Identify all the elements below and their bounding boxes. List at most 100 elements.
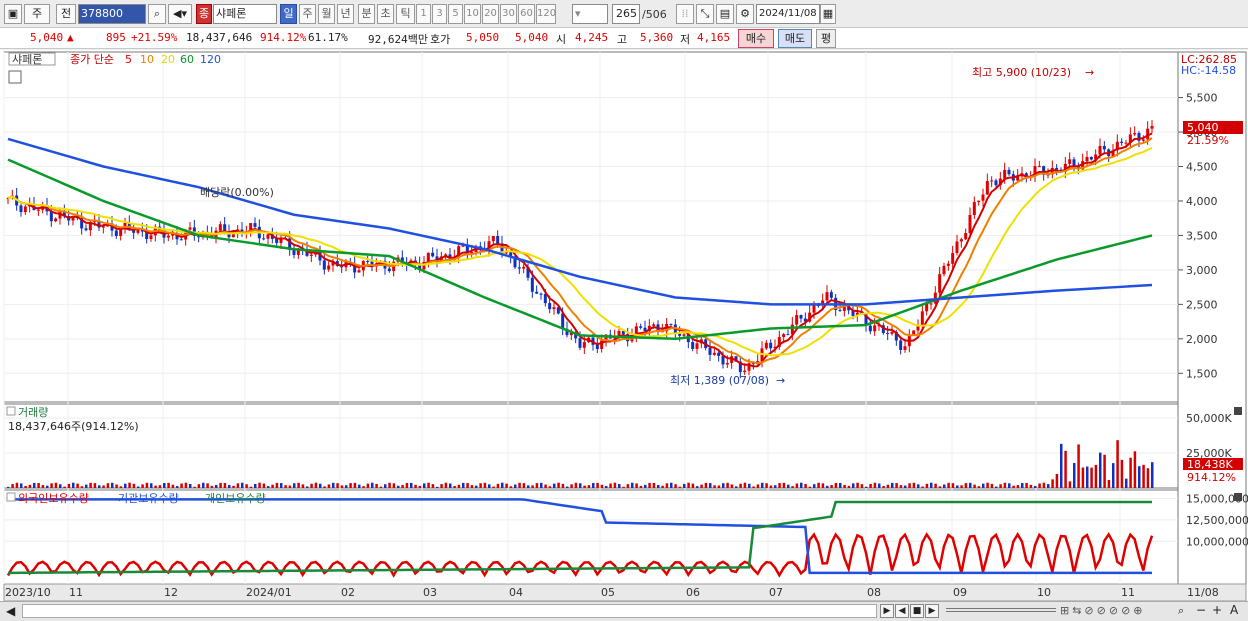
- volume-bar: [102, 485, 105, 488]
- trade-amount: 92,624백만: [368, 33, 428, 46]
- speaker-icon[interactable]: ◀▾: [168, 4, 192, 24]
- candle-body: [387, 268, 391, 272]
- stock-name-input[interactable]: 샤페론: [213, 4, 277, 24]
- volume-bar: [67, 483, 71, 488]
- interval-button-20[interactable]: 20: [482, 4, 499, 24]
- tab-period-second[interactable]: 초: [377, 4, 394, 24]
- count-input[interactable]: 265: [612, 4, 640, 24]
- volume-bar: [158, 485, 162, 488]
- up-arrow-icon: ▲: [67, 31, 74, 44]
- x-tick-label: 10: [1037, 586, 1051, 599]
- volume-bar: [895, 483, 898, 488]
- volume-bar: [683, 483, 686, 488]
- x-tick-label: 2024/01: [246, 586, 292, 599]
- volume-bar: [527, 485, 530, 488]
- tab-period-month[interactable]: 월: [318, 4, 335, 24]
- tab-period-week[interactable]: 주: [299, 4, 316, 24]
- volume-bar: [1042, 482, 1046, 488]
- chart-area[interactable]: 5,5005,0004,5004,0003,5003,0002,5002,000…: [0, 50, 1248, 603]
- interval-button-1[interactable]: 1: [416, 4, 431, 24]
- candle-body: [712, 352, 716, 355]
- volume-value: 18,437,646주(914.12%): [8, 420, 139, 433]
- volume-bar: [1086, 466, 1089, 488]
- buy-button[interactable]: 매수: [738, 29, 774, 48]
- volume-bar: [85, 484, 88, 488]
- volume-bar: [72, 482, 75, 488]
- volume-close-icon[interactable]: [1234, 407, 1242, 415]
- code-input[interactable]: 378800: [78, 4, 146, 24]
- next-icon[interactable]: ▶: [925, 604, 939, 618]
- table-icon[interactable]: [8, 70, 22, 84]
- zoom-out-button[interactable]: −: [1196, 603, 1206, 617]
- tab-period-year[interactable]: 년: [337, 4, 354, 24]
- interval-button-10[interactable]: 10: [464, 4, 481, 24]
- stock-legend[interactable]: 샤페론: [12, 53, 42, 66]
- interval-button-30[interactable]: 30: [500, 4, 517, 24]
- gear-icon[interactable]: ⚙: [736, 4, 754, 24]
- type-select[interactable]: 전: [56, 4, 76, 24]
- volume-bar: [618, 484, 621, 488]
- volume-bar: [492, 486, 495, 488]
- interval-button-60[interactable]: 60: [518, 4, 535, 24]
- tab-period-day[interactable]: 일: [280, 4, 297, 24]
- sell-button[interactable]: 매도: [778, 29, 812, 48]
- evaluate-button[interactable]: 평: [816, 29, 836, 48]
- candle-body: [1098, 146, 1102, 155]
- scroll-left-icon[interactable]: ◀: [6, 604, 15, 618]
- volume-bar: [852, 483, 855, 488]
- interval-button-120[interactable]: 120: [536, 4, 556, 24]
- play-icon[interactable]: ▶: [880, 604, 894, 618]
- crosshair-icon[interactable]: ⤡: [696, 4, 714, 24]
- candle-body: [764, 342, 768, 349]
- market-select[interactable]: 주: [24, 4, 50, 24]
- interval-input[interactable]: ▾: [572, 4, 608, 24]
- candle-body: [838, 309, 842, 311]
- volume-bar: [804, 483, 807, 488]
- volume-bar: [986, 482, 989, 488]
- holders-panel-handle[interactable]: [6, 492, 16, 502]
- save-icon[interactable]: ▤: [716, 4, 734, 24]
- scrollbar-track[interactable]: [22, 604, 877, 618]
- zoom-slider[interactable]: [946, 608, 1056, 612]
- prev-icon[interactable]: ◀: [895, 604, 909, 618]
- layout-icon[interactable]: ▣: [4, 4, 22, 24]
- candle-body: [179, 239, 183, 241]
- volume-bar: [466, 483, 469, 488]
- volume-bar: [843, 484, 846, 488]
- holders-tick-label: 12,500,000: [1186, 514, 1248, 527]
- stop-icon[interactable]: ■: [910, 604, 924, 618]
- date-value: 2024/11/08: [759, 8, 817, 19]
- price-tick-label: 3,500: [1186, 229, 1218, 242]
- interval-button-3[interactable]: 3: [432, 4, 447, 24]
- font-size-button[interactable]: A: [1230, 603, 1238, 617]
- tab-period-minute[interactable]: 분: [358, 4, 375, 24]
- search-icon[interactable]: ⌕: [148, 4, 166, 24]
- interval-button-5[interactable]: 5: [448, 4, 463, 24]
- volume-bar: [531, 485, 534, 488]
- volume-bar: [414, 484, 417, 488]
- volume-bar: [622, 486, 625, 488]
- price-change: 895: [106, 31, 126, 44]
- chart-svg[interactable]: 5,5005,0004,5004,0003,5003,0002,5002,000…: [0, 50, 1248, 603]
- volume-bar: [1051, 479, 1054, 488]
- candle-body: [266, 234, 270, 239]
- volume-bar: [977, 486, 981, 488]
- zoom-icon[interactable]: ⌕: [1178, 604, 1184, 618]
- calendar-icon[interactable]: ▦: [820, 4, 836, 24]
- volume-panel-handle[interactable]: [6, 406, 16, 416]
- tab-period-tick[interactable]: 틱: [396, 4, 415, 24]
- volume-bar: [423, 483, 426, 488]
- volume-bar: [1146, 468, 1150, 488]
- candle-body: [959, 239, 963, 242]
- candle-body: [327, 265, 331, 270]
- volume-bar: [405, 482, 409, 488]
- volume-bar: [1112, 463, 1115, 488]
- grid-icon[interactable]: ⁞⁞: [676, 4, 694, 24]
- date-input[interactable]: 2024/11/08: [756, 4, 820, 24]
- max-arrow-icon: →: [1085, 66, 1094, 79]
- tool-icons[interactable]: ⊞⇆⊘⊘⊘⊘⊕: [1060, 604, 1146, 617]
- holders-close-icon[interactable]: [1234, 493, 1242, 501]
- quote-bar: 5,040 ▲ 895 +21.59% 18,437,646 914.12% 6…: [0, 28, 1248, 49]
- price-tick-label: 5,500: [1186, 92, 1218, 105]
- zoom-in-button[interactable]: +: [1212, 603, 1222, 617]
